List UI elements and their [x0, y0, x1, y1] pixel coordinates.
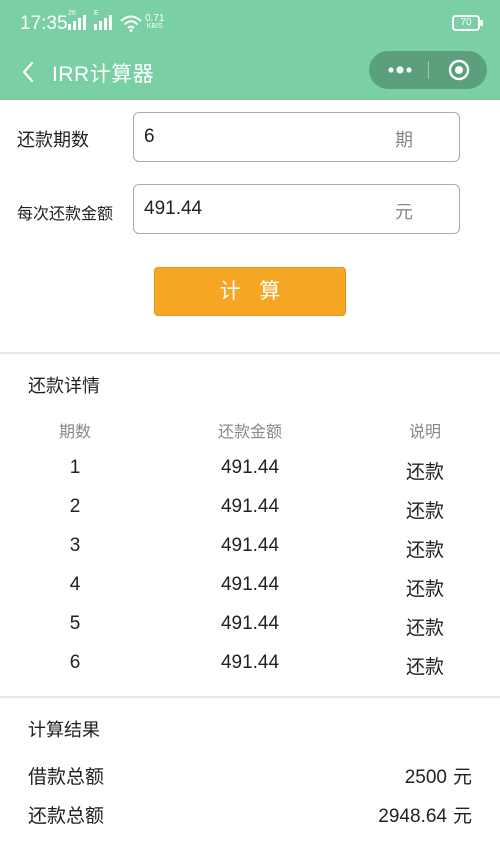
loan-total-label: 借款总额: [28, 766, 105, 788]
net-speed-value: 0.71: [145, 13, 165, 24]
loan-total-number: 2500: [404, 767, 447, 788]
divider: [0, 696, 500, 698]
wifi-icon: [120, 15, 142, 32]
status-time: 17:35: [20, 13, 68, 34]
periods-label: 还款期数: [17, 130, 89, 151]
signal-icon-2: E: [94, 10, 112, 30]
row-amount: 491.44: [220, 457, 280, 478]
capsule-divider: [428, 61, 429, 79]
mini-program-capsule: [369, 51, 487, 89]
col-header-note: 说明: [408, 422, 441, 441]
net-speed: 0.71 KB/S: [145, 13, 165, 31]
signal-tag-2: E: [94, 10, 99, 17]
row-period: 1: [69, 457, 81, 478]
battery-level: 70: [460, 17, 472, 28]
calculate-button[interactable]: 计 算: [154, 267, 346, 316]
repay-total-value: 2948.64 元: [378, 801, 472, 828]
table-row: 3 491.44 还款: [0, 535, 500, 574]
periods-unit: 期: [395, 130, 413, 151]
col-header-amount: 还款金额: [217, 422, 282, 441]
divider: [0, 352, 500, 354]
loan-total-row: 借款总额 2500 元: [0, 758, 500, 794]
repay-total-row: 还款总额 2948.64 元: [0, 797, 500, 833]
close-target-icon[interactable]: [448, 59, 470, 81]
net-speed-unit: KB/S: [146, 23, 163, 30]
table-row: 4 491.44 还款: [0, 574, 500, 613]
periods-input[interactable]: 6 期: [133, 112, 460, 162]
more-icon[interactable]: [383, 51, 417, 89]
row-note: 还款: [405, 617, 444, 639]
row-period: 6: [69, 652, 81, 673]
col-header-period: 期数: [58, 422, 91, 441]
row-note: 还款: [405, 539, 444, 561]
row-amount: 491.44: [220, 652, 280, 673]
row-period: 4: [69, 574, 81, 595]
repay-total-unit: 元: [452, 805, 472, 827]
battery-icon: 70: [452, 15, 483, 31]
loan-total-value: 2500 元: [405, 762, 472, 789]
row-period: 5: [69, 613, 81, 634]
page-title: IRR计算器: [52, 63, 155, 86]
amount-label: 每次还款金额: [17, 204, 114, 223]
table-header: 期数 还款金额 说明: [0, 418, 500, 444]
table-row: 2 491.44 还款: [0, 496, 500, 535]
row-period: 3: [69, 535, 81, 556]
row-amount: 491.44: [220, 535, 280, 556]
row-amount: 491.44: [220, 496, 280, 517]
amount-unit: 元: [395, 202, 413, 223]
row-amount: 491.44: [220, 613, 280, 634]
table-row: 5 491.44 还款: [0, 613, 500, 652]
details-title: 还款详情: [28, 376, 100, 397]
row-amount: 491.44: [220, 574, 280, 595]
header-bar: 17:35 26 E 0.71 KB/S 70 IRR计算器: [0, 0, 500, 100]
amount-input[interactable]: 491.44 元: [133, 184, 460, 234]
amount-value: 491.44: [144, 198, 203, 219]
signal-icon: 26: [68, 10, 86, 30]
back-icon[interactable]: [16, 58, 44, 86]
nav-bar: IRR计算器: [0, 48, 500, 100]
row-note: 还款: [405, 656, 444, 678]
loan-total-unit: 元: [452, 766, 472, 788]
periods-value: 6: [144, 126, 155, 147]
row-period: 2: [69, 496, 81, 517]
repay-total-label: 还款总额: [28, 805, 105, 827]
row-note: 还款: [405, 500, 444, 522]
row-note: 还款: [405, 461, 444, 483]
repay-total-number: 2948.64: [378, 806, 447, 827]
status-bar: 17:35 26 E 0.71 KB/S 70: [0, 0, 500, 48]
signal-tag: 26: [68, 10, 76, 17]
table-row: 6 491.44 还款: [0, 652, 500, 691]
table-row: 1 491.44 还款: [0, 457, 500, 496]
result-title: 计算结果: [28, 720, 100, 741]
row-note: 还款: [405, 578, 444, 600]
